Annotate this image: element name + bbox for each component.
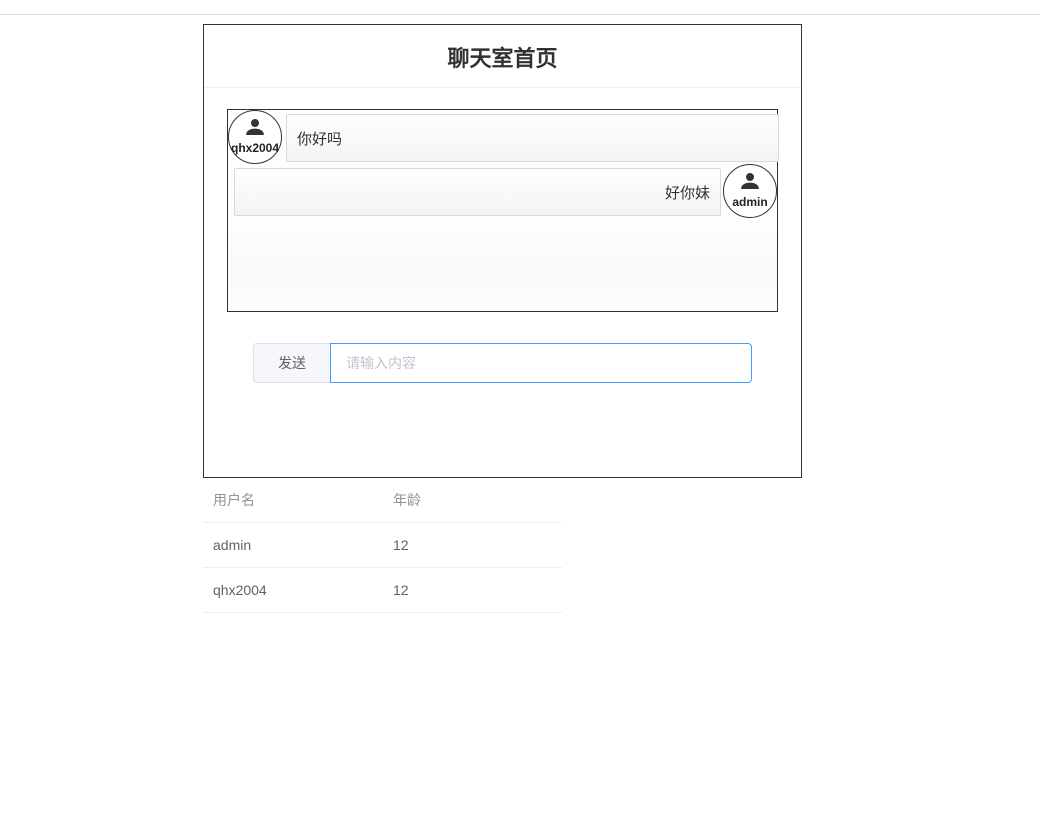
- chat-window: qhx2004 你好吗 好你妹 admin: [227, 109, 778, 312]
- chat-card: 聊天室首页 qhx2004 你好吗 好你妹 admin 发送: [203, 24, 802, 478]
- avatar-name-other: qhx2004: [231, 142, 279, 154]
- chat-message-left: qhx2004 你好吗: [228, 110, 779, 164]
- top-divider: [0, 14, 1040, 15]
- page-title: 聊天室首页: [204, 25, 801, 88]
- cell-age: 12: [383, 523, 562, 568]
- message-bubble-other: 你好吗: [286, 114, 779, 162]
- chat-message-right: 好你妹 admin: [234, 164, 777, 218]
- cell-username: admin: [203, 523, 383, 568]
- cell-username: qhx2004: [203, 568, 383, 613]
- user-icon: [245, 121, 265, 140]
- user-icon: [740, 175, 760, 194]
- col-age: 年龄: [383, 478, 562, 523]
- col-username: 用户名: [203, 478, 383, 523]
- user-table-wrapper: 用户名 年龄 admin 12 qhx2004 12: [203, 478, 562, 613]
- send-button[interactable]: 发送: [253, 343, 330, 383]
- table-row: admin 12: [203, 523, 562, 568]
- avatar-other: qhx2004: [228, 110, 282, 164]
- cell-age: 12: [383, 568, 562, 613]
- user-table: 用户名 年龄 admin 12 qhx2004 12: [203, 478, 562, 613]
- avatar-self: admin: [723, 164, 777, 218]
- composer: 发送: [253, 343, 752, 383]
- table-row: qhx2004 12: [203, 568, 562, 613]
- avatar-name-self: admin: [732, 196, 767, 208]
- message-input[interactable]: [330, 343, 752, 383]
- message-bubble-self: 好你妹: [234, 168, 721, 216]
